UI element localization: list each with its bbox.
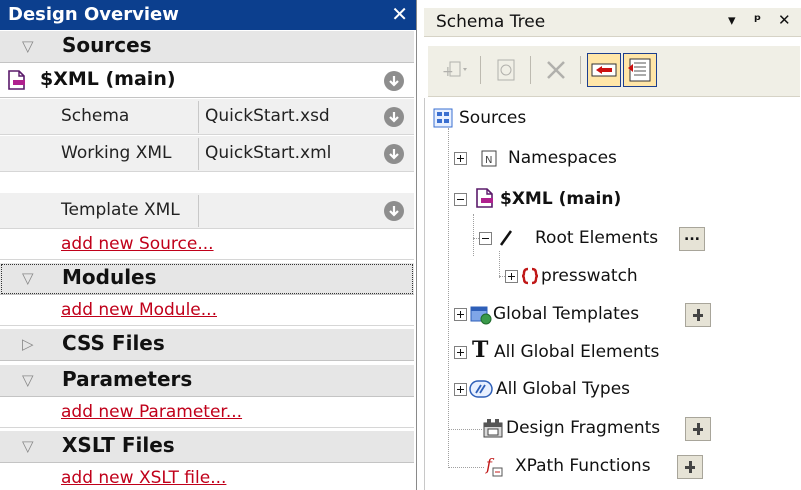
- expand-icon[interactable]: [454, 383, 467, 396]
- global-types-icon: [469, 380, 493, 398]
- expand-icon[interactable]: [454, 308, 467, 321]
- template-xml-label: Template XML: [61, 200, 180, 220]
- schema-tree-toolbar: +: [428, 46, 800, 97]
- add-parameter-link[interactable]: add new Parameter...: [61, 402, 242, 422]
- section-xslt-files[interactable]: ▽ XSLT Files: [0, 431, 414, 463]
- template-xml-row: Template XML: [0, 193, 414, 229]
- global-templates-icon: [470, 306, 492, 325]
- collapse-icon[interactable]: [454, 193, 467, 206]
- add-module-link[interactable]: add new Module...: [61, 300, 217, 320]
- xml-document-icon: [476, 188, 493, 208]
- root-elements-more-button[interactable]: ...: [679, 227, 705, 251]
- collapse-triangle-icon[interactable]: ▽: [22, 437, 34, 455]
- back-arrow-icon[interactable]: [587, 53, 621, 87]
- tree-item-presswatch-label: presswatch: [541, 266, 638, 286]
- add-global-template-button[interactable]: [685, 303, 711, 327]
- delete-icon[interactable]: [540, 54, 572, 86]
- section-css-files[interactable]: ▷ CSS Files: [0, 329, 414, 361]
- source-main-label: $XML (main): [40, 68, 176, 90]
- design-overview-titlebar: Design Overview ✕: [0, 0, 416, 30]
- tree-item-all-global-elements-label: All Global Elements: [494, 342, 660, 362]
- collapse-icon[interactable]: [479, 232, 492, 245]
- tree-item-global-templates-label: Global Templates: [493, 304, 640, 324]
- add-xslt-link[interactable]: add new XSLT file...: [61, 468, 226, 488]
- tree-item-sources-label: Sources: [459, 108, 527, 128]
- close-icon[interactable]: ✕: [391, 2, 408, 26]
- text-t-icon: T: [472, 337, 489, 363]
- section-css-label: CSS Files: [62, 331, 165, 355]
- tree-item-design-fragments-label: Design Fragments: [506, 418, 661, 438]
- sources-icon: [433, 108, 453, 128]
- element-braces-icon: [521, 267, 539, 285]
- pin-icon[interactable]: ᵖ: [754, 11, 761, 29]
- working-xml-row: Working XML QuickStart.xml: [0, 136, 414, 172]
- properties-icon[interactable]: [490, 54, 522, 86]
- collapse-triangle-icon[interactable]: ▽: [22, 371, 34, 389]
- add-source-row: add new Source...: [0, 230, 414, 260]
- add-xpath-function-button[interactable]: [677, 455, 703, 479]
- working-xml-label: Working XML: [61, 143, 172, 163]
- schema-value[interactable]: QuickStart.xsd: [205, 106, 330, 126]
- schema-row: Schema QuickStart.xsd: [0, 99, 414, 135]
- namespace-icon: N: [481, 150, 497, 167]
- schema-tree-panel: Schema Tree ▾ ᵖ ✕ + Sources N Namespaces…: [424, 0, 801, 490]
- xml-document-icon: [8, 70, 25, 90]
- design-overview-title: Design Overview: [8, 4, 179, 25]
- section-xslt-label: XSLT Files: [62, 433, 175, 457]
- expand-all-icon[interactable]: [623, 53, 657, 87]
- section-modules[interactable]: ▽ Modules: [0, 263, 414, 295]
- add-xslt-row: add new XSLT file...: [0, 464, 414, 490]
- add-parameter-row: add new Parameter...: [0, 398, 414, 428]
- tree-item-xpath-functions-label: XPath Functions: [515, 456, 651, 476]
- expand-icon[interactable]: [505, 270, 518, 283]
- working-xml-options-button[interactable]: [384, 144, 404, 164]
- dropdown-icon[interactable]: ▾: [728, 11, 736, 29]
- section-parameters-label: Parameters: [62, 367, 193, 391]
- design-fragments-icon: [483, 419, 503, 438]
- tree-item-all-global-types-label: All Global Types: [496, 379, 631, 399]
- schema-options-button[interactable]: [384, 107, 404, 127]
- tree-item-namespaces-label: Namespaces: [508, 148, 617, 168]
- section-modules-label: Modules: [62, 265, 157, 289]
- svg-text:N: N: [485, 155, 492, 166]
- svg-text:+: +: [442, 64, 454, 80]
- tree-item-root-elements-label: Root Elements: [535, 228, 659, 248]
- schema-tree-titlebar: Schema Tree ▾ ᵖ ✕: [424, 8, 801, 37]
- schema-tree-title: Schema Tree: [436, 12, 546, 32]
- schema-tree-view: Sources N Namespaces $XML (main) Root El…: [424, 98, 801, 490]
- source-main[interactable]: $XML (main): [0, 64, 414, 98]
- root-slash-icon: [499, 230, 513, 246]
- add-design-fragment-button[interactable]: [685, 417, 711, 441]
- schema-label: Schema: [61, 106, 130, 126]
- add-source-link[interactable]: add new Source...: [61, 234, 214, 254]
- xpath-function-icon: f: [485, 455, 503, 477]
- tree-item-xml-main-label: $XML (main): [500, 189, 622, 209]
- source-options-button[interactable]: [384, 71, 404, 91]
- working-xml-value[interactable]: QuickStart.xml: [205, 143, 331, 163]
- expand-triangle-icon[interactable]: ▷: [22, 335, 34, 353]
- design-overview-panel: Design Overview ✕ ▽ Sources $XML (main) …: [0, 0, 417, 490]
- add-element-icon[interactable]: +: [440, 54, 472, 86]
- expand-icon[interactable]: [454, 152, 467, 165]
- add-module-row: add new Module...: [0, 296, 414, 326]
- collapse-triangle-icon[interactable]: ▽: [22, 37, 34, 55]
- expand-icon[interactable]: [454, 346, 467, 359]
- collapse-triangle-icon[interactable]: ▽: [22, 269, 34, 287]
- section-sources-label: Sources: [62, 33, 152, 57]
- section-parameters[interactable]: ▽ Parameters: [0, 365, 414, 397]
- section-sources[interactable]: ▽ Sources: [0, 31, 414, 63]
- template-xml-options-button[interactable]: [384, 201, 404, 221]
- close-icon[interactable]: ✕: [778, 11, 791, 29]
